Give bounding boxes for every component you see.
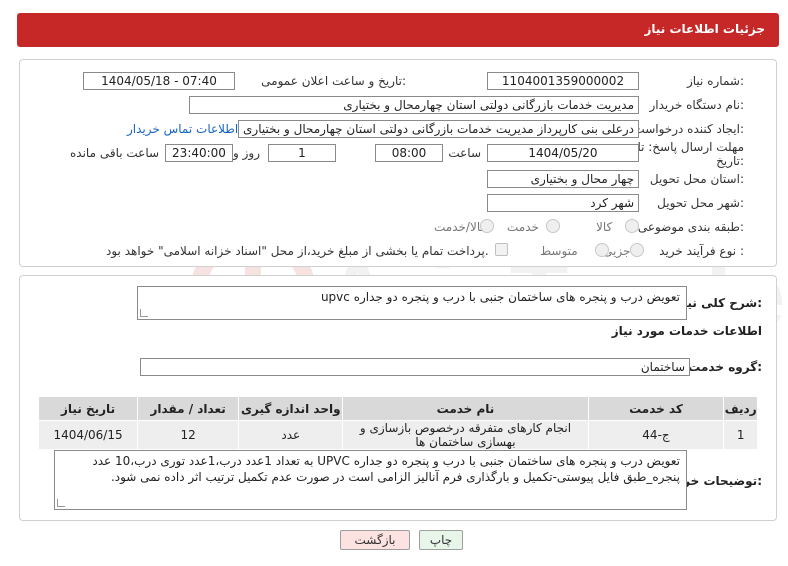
deadline-label: مهلت ارسال پاسخ: تا (637, 140, 744, 154)
province-field: چهار محال و بختیاری (487, 170, 639, 188)
need-details-section: شرح کلی نیاز: تعویض درب و پنجره های ساخت… (19, 275, 777, 521)
category-service-radio[interactable] (546, 219, 560, 233)
announce-date-label: تاریخ و ساعت اعلان عمومی: (261, 74, 406, 88)
summary-textarea: تعویض درب و پنجره های ساختمان جنبی با در… (137, 286, 687, 320)
remaining-time-field: 23:40:00 (165, 144, 233, 162)
creator-field: محمد درعلی بنی کارپرداز مدیریت خدمات باز… (238, 120, 639, 138)
province-label: استان محل تحویل: (649, 172, 744, 186)
deadline-date-field: 1404/05/20 (487, 144, 639, 162)
city-field: شهر کرد (487, 194, 639, 212)
service-group-label: گروه خدمت: (688, 360, 762, 374)
cell-service-name: انجام کارهای متفرقه درخصوص بازسازی و بهس… (342, 420, 589, 450)
remaining-time-label: ساعت باقی مانده (70, 146, 160, 160)
deadline-date-label: تاریخ: (716, 154, 744, 168)
col-service-name: نام خدمت (342, 396, 589, 421)
category-option-both: کالا/خدمت (434, 220, 487, 234)
days-field: 1 (268, 144, 336, 162)
print-button[interactable]: چاپ (419, 530, 463, 550)
col-service-code: کد خدمت (587, 396, 725, 421)
table-header-row: تاریخ نیاز تعداد / مقدار واحد اندازه گیر… (37, 396, 758, 421)
category-goods-radio[interactable] (625, 219, 639, 233)
process-minor-radio[interactable] (630, 243, 644, 257)
deadline-time-field: 08:00 (375, 144, 443, 162)
need-number-label: شماره نیاز: (686, 74, 744, 88)
creator-label: ایجاد کننده درخواست: (633, 122, 744, 136)
cell-need-date: 1404/06/15 (37, 420, 139, 450)
category-option-goods: کالا (596, 220, 613, 234)
process-type-label: نوع فرآیند خرید : (659, 244, 744, 258)
cell-row-number: 1 (723, 420, 758, 450)
page-frame: جزئیات اطلاعات نیاز AriaTender.neT شماره… (3, 3, 788, 563)
need-number-field: 1104001359000002 (487, 72, 639, 90)
buyer-notes-textarea: تعویض درب و پنجره های ساختمان جنبی با در… (54, 450, 687, 510)
page-title: جزئیات اطلاعات نیاز (644, 22, 765, 36)
payment-note: پرداخت تمام یا بخشی از مبلغ خرید،از محل … (106, 244, 489, 258)
cell-service-code: ج-44 (587, 420, 725, 450)
summary-label: شرح کلی نیاز: (676, 296, 762, 310)
cell-unit: عدد (238, 420, 344, 450)
col-quantity: تعداد / مقدار (137, 396, 240, 421)
need-info-section: شماره نیاز: 1104001359000002 تاریخ و ساع… (19, 59, 777, 267)
buyer-org-label: نام دستگاه خریدار: (649, 98, 745, 112)
category-both-radio[interactable] (480, 219, 494, 233)
category-option-service: خدمت (507, 220, 539, 234)
buyer-notes-text: تعویض درب و پنجره های ساختمان جنبی با در… (92, 454, 680, 484)
table-row: 1404/06/15 12 عدد انجام کارهای متفرقه در… (37, 420, 758, 450)
category-label: طبقه بندی موضوعی: (637, 220, 744, 234)
resize-grip-icon[interactable] (140, 309, 148, 317)
services-heading: اطلاعات خدمات مورد نیاز (611, 324, 762, 338)
deadline-time-label: ساعت (448, 146, 481, 160)
buyer-contact-link[interactable]: اطلاعات تماس خریدار (127, 122, 238, 136)
city-label: شهر محل تحویل: (657, 196, 744, 210)
process-medium-radio[interactable] (595, 243, 609, 257)
buyer-org-field: مدیریت خدمات بازرگانی دولتی استان چهارمح… (189, 96, 639, 114)
announce-date-field: 1404/05/18 - 07:40 (83, 72, 235, 90)
col-row-number: ردیف (723, 396, 758, 421)
days-label: روز و (233, 146, 260, 160)
panel-header: جزئیات اطلاعات نیاز (17, 13, 779, 47)
service-group-field: ساختمان (140, 358, 690, 376)
process-option-medium: متوسط (540, 244, 578, 258)
treasury-payment-checkbox[interactable] (495, 243, 508, 256)
back-button[interactable]: بازگشت (340, 530, 410, 550)
col-need-date: تاریخ نیاز (37, 396, 139, 421)
col-unit: واحد اندازه گیری (238, 396, 344, 421)
cell-quantity: 12 (137, 420, 240, 450)
services-table: تاریخ نیاز تعداد / مقدار واحد اندازه گیر… (37, 396, 758, 450)
resize-grip-icon[interactable] (57, 499, 65, 507)
summary-text: تعویض درب و پنجره های ساختمان جنبی با در… (320, 290, 680, 304)
